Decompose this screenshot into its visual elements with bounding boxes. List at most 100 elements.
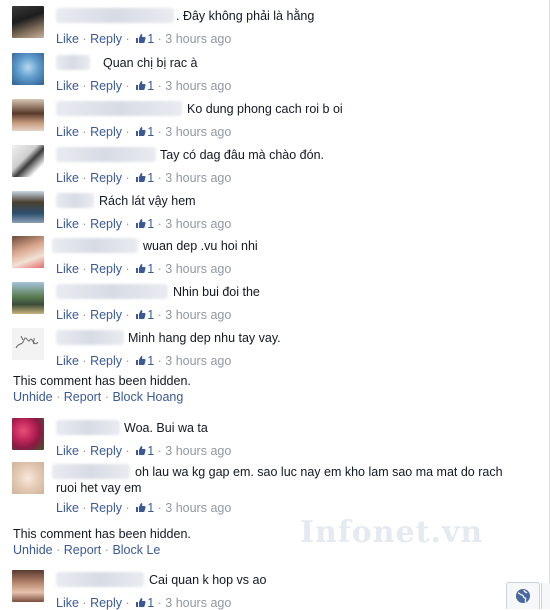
separator: · <box>157 125 162 139</box>
reply-link[interactable]: Reply <box>90 125 122 139</box>
comment-actions: Like · Reply · 1 · 3 hours ago <box>56 262 231 276</box>
like-link[interactable]: Like <box>56 308 79 322</box>
timestamp[interactable]: 3 hours ago <box>165 308 231 322</box>
chat-sidebar-edge[interactable] <box>541 583 550 609</box>
like-count[interactable]: 1 <box>133 125 154 139</box>
thumbs-up-icon <box>136 446 146 455</box>
comment-actions: Like · Reply · 1 · 3 hours ago <box>56 125 231 139</box>
avatar[interactable] <box>12 145 44 177</box>
separator: · <box>125 171 130 185</box>
unhide-link[interactable]: Unhide <box>13 543 53 557</box>
like-link[interactable]: Like <box>56 444 79 458</box>
avatar[interactable] <box>12 570 44 602</box>
reply-link[interactable]: Reply <box>90 32 122 46</box>
avatar[interactable] <box>12 191 44 223</box>
blurred-author-name <box>56 193 94 208</box>
like-count[interactable]: 1 <box>133 501 154 515</box>
globe-icon <box>516 589 530 603</box>
separator: · <box>157 308 162 322</box>
block-user-link[interactable]: Block Le <box>112 543 160 557</box>
timestamp[interactable]: 3 hours ago <box>165 217 231 231</box>
reply-link[interactable]: Reply <box>90 354 122 368</box>
thumbs-up-icon <box>136 264 146 273</box>
reply-link[interactable]: Reply <box>90 444 122 458</box>
reply-link[interactable]: Reply <box>90 501 122 515</box>
comment-actions: Like · Reply · 1 · 3 hours ago <box>56 354 231 368</box>
blurred-author-name <box>56 8 174 23</box>
separator: · <box>125 217 130 231</box>
unhide-link[interactable]: Unhide <box>13 390 53 404</box>
separator: · <box>157 32 162 46</box>
like-count[interactable]: 1 <box>133 596 154 610</box>
doodle-drawing <box>15 335 39 349</box>
timestamp[interactable]: 3 hours ago <box>165 596 231 610</box>
comment-actions: Like · Reply · 1 · 3 hours ago <box>56 79 231 93</box>
separator: · <box>82 79 87 93</box>
like-link[interactable]: Like <box>56 32 79 46</box>
separator: · <box>82 444 87 458</box>
separator: · <box>125 32 130 46</box>
separator: · <box>82 32 87 46</box>
timestamp[interactable]: 3 hours ago <box>165 354 231 368</box>
like-count[interactable]: 1 <box>133 262 154 276</box>
like-link[interactable]: Like <box>56 217 79 231</box>
like-count[interactable]: 1 <box>133 32 154 46</box>
blurred-author-name <box>52 238 138 253</box>
comment-actions: Like · Reply · 1 · 3 hours ago <box>56 217 231 231</box>
like-link[interactable]: Like <box>56 125 79 139</box>
comment-text: Quan chị bị rac à <box>103 56 198 70</box>
avatar[interactable] <box>12 462 44 494</box>
timestamp[interactable]: 3 hours ago <box>165 32 231 46</box>
blurred-author-name <box>56 330 124 345</box>
separator: · <box>82 125 87 139</box>
comment-text: Woa. Bui wa ta <box>124 421 208 435</box>
like-count[interactable]: 1 <box>133 444 154 458</box>
like-count[interactable]: 1 <box>133 217 154 231</box>
comment-actions: Like · Reply · 1 · 3 hours ago <box>56 444 231 458</box>
like-count[interactable]: 1 <box>133 308 154 322</box>
like-count[interactable]: 1 <box>133 354 154 368</box>
timestamp[interactable]: 3 hours ago <box>165 125 231 139</box>
like-link[interactable]: Like <box>56 262 79 276</box>
separator: · <box>82 501 87 515</box>
like-count[interactable]: 1 <box>133 171 154 185</box>
timestamp[interactable]: 3 hours ago <box>165 501 231 515</box>
separator: · <box>157 262 162 276</box>
block-user-link[interactable]: Block Hoang <box>112 390 183 404</box>
reply-link[interactable]: Reply <box>90 596 122 610</box>
like-count[interactable]: 1 <box>133 79 154 93</box>
separator: · <box>157 596 162 610</box>
like-link[interactable]: Like <box>56 501 79 515</box>
avatar[interactable] <box>12 99 44 131</box>
avatar[interactable] <box>12 328 44 360</box>
like-link[interactable]: Like <box>56 596 79 610</box>
thumbs-up-icon <box>136 81 146 90</box>
avatar[interactable] <box>12 53 44 85</box>
reply-link[interactable]: Reply <box>90 171 122 185</box>
timestamp[interactable]: 3 hours ago <box>165 262 231 276</box>
separator: · <box>157 501 162 515</box>
timestamp[interactable]: 3 hours ago <box>165 444 231 458</box>
report-link[interactable]: Report <box>64 543 102 557</box>
chat-globe-button[interactable] <box>506 582 540 609</box>
comment-text: Nhin bui đoi the <box>173 285 260 299</box>
avatar[interactable] <box>12 418 44 450</box>
like-link[interactable]: Like <box>56 354 79 368</box>
comment-text-line2: ruoi het vay em <box>56 481 142 495</box>
hidden-comment-actions: Unhide · Report · Block Le <box>13 543 191 557</box>
like-link[interactable]: Like <box>56 171 79 185</box>
hidden-comment-notice: This comment has been hidden. Unhide · R… <box>13 374 191 404</box>
timestamp[interactable]: 3 hours ago <box>165 171 231 185</box>
separator: · <box>82 308 87 322</box>
like-link[interactable]: Like <box>56 79 79 93</box>
reply-link[interactable]: Reply <box>90 217 122 231</box>
timestamp[interactable]: 3 hours ago <box>165 79 231 93</box>
reply-link[interactable]: Reply <box>90 308 122 322</box>
separator: · <box>56 543 61 557</box>
reply-link[interactable]: Reply <box>90 262 122 276</box>
reply-link[interactable]: Reply <box>90 79 122 93</box>
avatar[interactable] <box>12 236 44 268</box>
avatar[interactable] <box>12 6 44 38</box>
report-link[interactable]: Report <box>64 390 102 404</box>
avatar[interactable] <box>12 282 44 314</box>
